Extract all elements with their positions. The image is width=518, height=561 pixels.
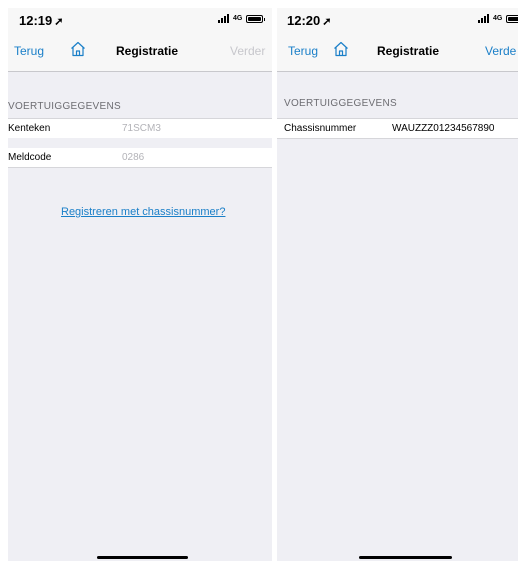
status-indicators: 4G xyxy=(218,14,266,23)
back-button[interactable]: Terug xyxy=(14,44,44,58)
signal-icon xyxy=(478,14,489,23)
page-title: Registratie xyxy=(116,44,179,58)
battery-icon xyxy=(506,14,518,23)
row-label: Chassisnummer xyxy=(284,123,357,134)
next-button[interactable]: Verde xyxy=(485,44,516,58)
status-time: 12:20 ➚ xyxy=(287,13,332,28)
back-button[interactable]: Terug xyxy=(288,44,318,58)
location-arrow-icon: ➚ xyxy=(54,16,64,28)
list-row-chassisnummer[interactable]: Chassisnummer WAUZZZ01234567890 xyxy=(277,118,518,139)
home-indicator xyxy=(97,556,188,559)
register-with-chassis-link[interactable]: Registreren met chassisnummer? xyxy=(61,206,225,218)
row-value-input[interactable]: WAUZZZ01234567890 xyxy=(392,123,494,134)
phone-screen-right: 12:20 ➚ 4G Terug Registratie Verde VOERTU… xyxy=(277,8,518,561)
top-bar: 12:19 ➚ 4G Terug Registratie Verder xyxy=(8,8,272,72)
status-time: 12:19 ➚ xyxy=(19,13,64,28)
signal-icon xyxy=(218,14,229,23)
top-bar: 12:20 ➚ 4G Terug Registratie Verde xyxy=(277,8,518,72)
network-type: 4G xyxy=(233,15,243,22)
status-indicators: 4G xyxy=(478,14,518,23)
section-header: VOERTUIGGEGEVENS xyxy=(8,101,121,112)
page-title: Registratie xyxy=(377,44,440,58)
battery-icon xyxy=(246,14,266,23)
list-row-kenteken[interactable]: Kenteken 71SCM3 xyxy=(8,118,272,138)
home-icon[interactable] xyxy=(69,40,87,58)
row-value-input[interactable]: 0286 xyxy=(122,152,144,163)
section-header: VOERTUIGGEGEVENS xyxy=(284,98,397,109)
row-value-input[interactable]: 71SCM3 xyxy=(122,123,161,134)
next-button[interactable]: Verder xyxy=(230,44,265,58)
network-type: 4G xyxy=(493,15,503,22)
row-label: Kenteken xyxy=(8,123,51,134)
location-arrow-icon: ➚ xyxy=(322,16,332,28)
row-label: Meldcode xyxy=(8,152,52,163)
list-row-meldcode[interactable]: Meldcode 0286 xyxy=(8,148,272,168)
phone-screen-left: 12:19 ➚ 4G Terug Registratie Verder VOERT… xyxy=(8,8,272,561)
home-indicator xyxy=(359,556,452,559)
home-icon[interactable] xyxy=(332,40,350,58)
